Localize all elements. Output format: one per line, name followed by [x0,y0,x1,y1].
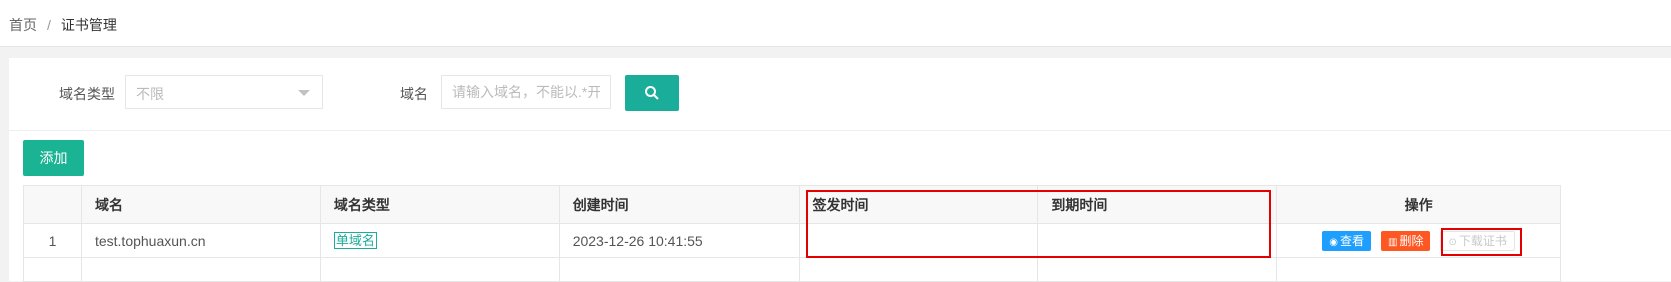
search-button[interactable] [625,75,679,111]
view-button-label: 查看 [1340,233,1365,248]
content-panel: 域名类型 不限 域名 添加 域名 域名类型 创建时间 签发时间 到期时间 操作 [9,58,1671,282]
column-header-domain: 域名 [81,185,321,224]
delete-button[interactable]: ▥ 删除 [1381,230,1431,251]
download-button-label: 下载证书 [1458,233,1507,248]
domain-type-selected-value: 不限 [136,86,164,102]
domain-search-input[interactable] [441,75,611,109]
eye-icon: ◉ [1329,236,1338,248]
delete-button-label: 删除 [1399,233,1424,248]
download-certificate-button[interactable]: ⊙ 下载证书 [1440,230,1515,251]
column-header-issued-time: 签发时间 [799,185,1039,224]
add-button[interactable]: 添加 [23,140,84,176]
domain-label: 域名 [400,86,428,102]
row-expire-time [1037,223,1278,258]
row-issued-time [799,223,1039,258]
chevron-down-icon [298,90,310,96]
domain-type-label: 域名类型 [59,86,115,102]
column-header-domain-type: 域名类型 [320,185,560,224]
row-created-time: 2023-12-26 10:41:55 [559,223,800,258]
table-header-row: 域名 域名类型 创建时间 签发时间 到期时间 操作 [23,185,1561,224]
row-domain-type-cell: 单域名 [320,223,560,258]
filter-divider [9,130,1671,131]
table-row: 1 test.tophuaxun.cn 单域名 2023-12-26 10:41… [23,223,1561,258]
column-header-created-time: 创建时间 [559,185,800,224]
row-index: 1 [23,223,82,258]
view-button[interactable]: ◉ 查看 [1322,230,1372,251]
row-domain: test.tophuaxun.cn [81,223,321,258]
breadcrumb-separator: / [47,17,51,33]
table-row [23,257,1561,282]
column-header-actions: 操作 [1276,185,1561,224]
download-icon: ⊙ [1448,236,1457,248]
domain-type-tag: 单域名 [333,232,377,249]
breadcrumb: 首页 / 证书管理 [9,15,117,35]
domain-type-select[interactable]: 不限 [125,75,323,109]
column-header-expire-time: 到期时间 [1037,185,1278,224]
breadcrumb-home[interactable]: 首页 [9,17,37,33]
column-header-index [23,185,82,224]
row-actions: ◉ 查看 ▥ 删除 ⊙ 下载证书 [1276,223,1561,258]
certificate-table: 域名 域名类型 创建时间 签发时间 到期时间 操作 1 test.tophuax… [23,185,1561,282]
breadcrumb-current: 证书管理 [60,17,117,33]
top-bar: 首页 / 证书管理 [0,0,1671,47]
trash-icon: ▥ [1388,236,1398,248]
search-icon [645,86,659,100]
